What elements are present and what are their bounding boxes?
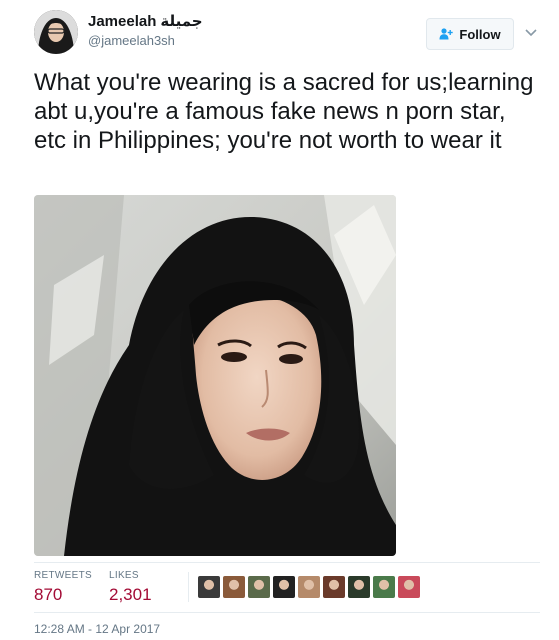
author-display-name[interactable]: Jameelah جميلة	[88, 12, 203, 32]
liker-avatar-3[interactable]	[248, 576, 270, 598]
likes-label: LIKES	[109, 570, 139, 581]
retweets-count: 870	[34, 585, 63, 604]
author-avatar[interactable]	[34, 10, 78, 54]
woman-in-black-hijab-photo	[34, 195, 396, 556]
retweets-label: RETWEETS	[34, 570, 92, 581]
liker-avatar-4[interactable]	[273, 576, 295, 598]
liker-avatar-8[interactable]	[373, 576, 395, 598]
liker-avatar-9[interactable]	[398, 576, 420, 598]
liker-avatar-1[interactable]	[198, 576, 220, 598]
author-display-name-arabic: جميلة	[160, 13, 203, 30]
follow-user-plus-icon	[439, 28, 454, 40]
follow-button[interactable]: Follow	[426, 18, 514, 50]
author-handle[interactable]: @jameelah3sh	[88, 32, 203, 50]
tweet-card: Jameelah جميلة @jameelah3sh Follow What y…	[0, 0, 559, 640]
liker-avatar-6[interactable]	[323, 576, 345, 598]
tweet-timestamp[interactable]: 12:28 AM - 12 Apr 2017	[34, 622, 160, 636]
liker-avatars	[198, 576, 423, 600]
retweets-stat[interactable]: RETWEETS 870	[34, 570, 92, 606]
likes-count: 2,301	[109, 585, 152, 604]
stats-bottom-divider	[34, 612, 540, 613]
tweet-header: Jameelah جميلة @jameelah3sh Follow	[34, 10, 537, 60]
author-avatar-image	[34, 10, 78, 54]
tweet-text: What you're wearing is a sacred for us;l…	[34, 69, 534, 154]
chevron-down-icon[interactable]	[524, 25, 538, 39]
liker-avatar-2[interactable]	[223, 576, 245, 598]
likes-stat[interactable]: LIKES 2,301	[109, 570, 152, 606]
tweet-media-photo[interactable]	[34, 195, 396, 556]
liker-avatar-5[interactable]	[298, 576, 320, 598]
author-names: Jameelah جميلة @jameelah3sh	[88, 12, 203, 50]
stats-top-divider	[34, 562, 540, 563]
follow-button-label: Follow	[459, 26, 501, 42]
author-display-name-text: Jameelah	[88, 13, 157, 30]
stats-vertical-divider	[188, 572, 189, 602]
liker-avatar-7[interactable]	[348, 576, 370, 598]
